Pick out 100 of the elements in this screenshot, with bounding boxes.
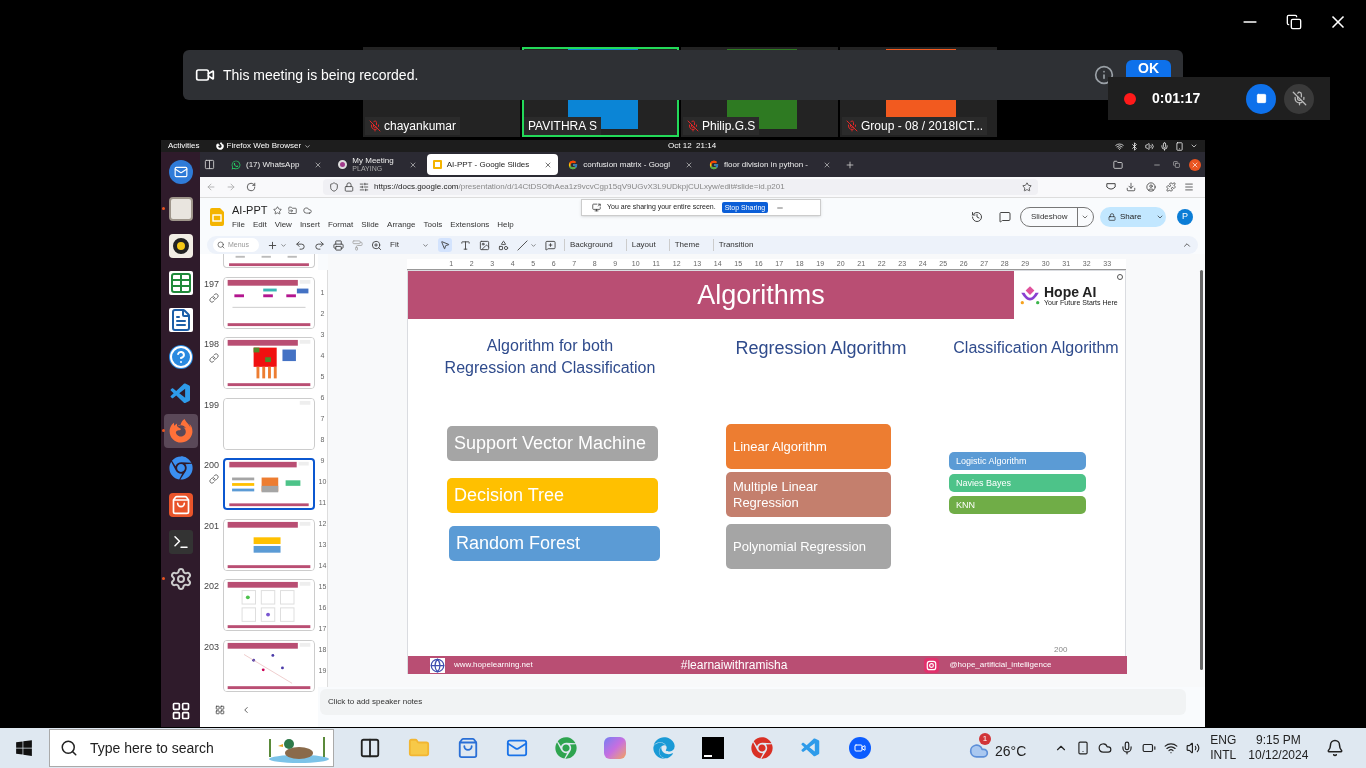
caret-icon[interactable]	[1190, 142, 1198, 150]
weather-widget[interactable]: 1 26°C	[969, 732, 1027, 764]
browser-tab[interactable]: confusion matrix - Googl	[562, 154, 699, 175]
grid-view-icon[interactable]	[215, 705, 225, 715]
search-field[interactable]: Type here to search	[49, 729, 334, 767]
search-icon	[60, 739, 78, 757]
speaker-notes-field[interactable]: Click to add speaker notes	[320, 689, 1186, 715]
menu-item[interactable]: Insert	[299, 218, 320, 231]
comment-icon[interactable]	[999, 210, 1011, 223]
select-icon[interactable]	[438, 238, 452, 252]
collapse-toolbar-icon[interactable]	[1182, 240, 1192, 250]
menu-item[interactable]: File	[232, 218, 245, 231]
activities-button[interactable]: Activities	[168, 140, 200, 152]
start-icon[interactable]	[15, 739, 33, 757]
share-button[interactable]: Share	[1100, 206, 1166, 227]
reload-icon[interactable]	[246, 182, 256, 192]
restore-icon[interactable]	[1286, 14, 1302, 30]
document-title[interactable]: AI-PPT	[232, 202, 268, 219]
menu-item[interactable]: Slide	[361, 218, 380, 231]
stop-button[interactable]	[1246, 83, 1276, 114]
download-icon[interactable]	[1126, 182, 1136, 192]
permissions-icon[interactable]	[359, 182, 369, 192]
extensions-icon[interactable]	[1166, 182, 1176, 192]
menu-item[interactable]: Edit	[252, 218, 267, 231]
star-icon[interactable]	[273, 206, 283, 215]
account-icon[interactable]	[1146, 182, 1156, 192]
toolbar-button[interactable]: Theme	[668, 239, 705, 251]
video-call-icon[interactable]	[848, 737, 871, 759]
close-tab-icon[interactable]	[544, 160, 553, 169]
print-icon[interactable]	[333, 239, 344, 251]
close-tab-icon[interactable]	[823, 160, 832, 169]
zoom-icon[interactable]	[371, 239, 382, 251]
browser-tab[interactable]: (17) WhatsApp	[225, 154, 329, 175]
toolbar-button[interactable]: Background	[564, 239, 618, 251]
app-grid-icon[interactable]	[170, 700, 191, 721]
toolbar-button[interactable]: Layout	[625, 239, 661, 251]
battery-icon[interactable]	[1142, 741, 1157, 755]
ide-icon[interactable]	[701, 737, 724, 759]
clock[interactable]: 9:15 PM 10/12/2024	[1248, 733, 1309, 763]
volume-icon[interactable]	[1145, 141, 1154, 151]
menu-item[interactable]: View	[274, 218, 292, 231]
redo-icon[interactable]	[314, 239, 325, 251]
url-field[interactable]: https://docs.google.com/presentation/d/14CtDSOthAea1z9vcvCgp15qV9UGvX3L9UDkpjCULxyw/edit#slide=id.p201	[323, 179, 1038, 195]
shield-icon[interactable]	[329, 182, 339, 192]
image-icon[interactable]	[479, 239, 490, 251]
close-tab-icon[interactable]	[408, 160, 417, 169]
language-indicator[interactable]: ENG INTL	[1210, 733, 1237, 763]
menu-item[interactable]: Extensions	[450, 218, 490, 231]
phone-icon[interactable]	[1076, 741, 1091, 755]
history-icon[interactable]	[971, 210, 983, 223]
mute-button[interactable]	[1284, 83, 1314, 114]
browser-tab[interactable]: AI-PPT - Google Slides	[426, 154, 559, 175]
notification-icon[interactable]	[1326, 739, 1345, 757]
move-folder-icon[interactable]	[288, 206, 298, 215]
microphone-icon[interactable]	[1120, 741, 1135, 755]
bookmark-star-icon[interactable]	[1022, 182, 1032, 192]
undo-icon[interactable]	[295, 239, 306, 251]
assistant-icon[interactable]	[603, 737, 626, 759]
clock[interactable]: Oct 12 21:14	[668, 140, 717, 152]
close-button[interactable]	[1189, 158, 1201, 171]
browser-icon[interactable]	[750, 737, 773, 759]
mail-icon[interactable]	[505, 737, 528, 759]
close-tab-icon[interactable]	[314, 160, 323, 169]
cloud-icon[interactable]	[1098, 741, 1113, 755]
menu-item[interactable]: Tools	[423, 218, 443, 231]
task-view-icon[interactable]	[358, 737, 381, 759]
browser-tab[interactable]: floor division in python -	[703, 154, 838, 175]
volume-icon[interactable]	[1186, 741, 1201, 755]
microphone-icon[interactable]	[1160, 141, 1169, 151]
browser-icon[interactable]	[554, 737, 577, 759]
text-box-icon[interactable]	[460, 239, 471, 251]
pocket-icon[interactable]	[1106, 182, 1116, 192]
tab-overview-icon[interactable]	[204, 159, 215, 170]
add-comment-icon[interactable]	[545, 239, 556, 251]
close-tab-icon[interactable]	[685, 160, 693, 169]
ok-button[interactable]: OK	[1126, 60, 1171, 77]
line-icon[interactable]	[517, 239, 528, 251]
new-slide-icon[interactable]	[267, 239, 278, 251]
zoom-dropdown[interactable]: Fit	[390, 239, 430, 251]
menu-item[interactable]: Help	[497, 218, 514, 231]
bluetooth-icon[interactable]	[1130, 141, 1139, 151]
browser-icon[interactable]	[652, 737, 675, 759]
wifi-icon[interactable]	[1164, 741, 1179, 755]
phone-icon[interactable]	[1175, 141, 1184, 151]
page-number: 200	[1054, 644, 1068, 656]
menu-item[interactable]: Arrange	[387, 218, 416, 231]
account-avatar[interactable]: P	[1177, 208, 1193, 225]
collapse-icon[interactable]	[241, 705, 251, 715]
wifi-icon[interactable]	[1115, 141, 1124, 151]
new-tab-icon[interactable]	[845, 159, 856, 170]
app-menu[interactable]: Firefox Web Browser	[215, 140, 312, 152]
menu-item[interactable]: Format	[327, 218, 354, 231]
shapes-icon[interactable]	[498, 239, 509, 251]
toolbar-button[interactable]: Transition	[712, 239, 759, 251]
store-icon[interactable]	[456, 737, 479, 759]
dock-item[interactable]	[163, 414, 198, 448]
folder-icon[interactable]	[1113, 159, 1123, 170]
info-icon[interactable]	[1094, 65, 1114, 85]
slide-thumbnail[interactable]	[223, 458, 315, 510]
lock-icon[interactable]	[344, 182, 354, 192]
